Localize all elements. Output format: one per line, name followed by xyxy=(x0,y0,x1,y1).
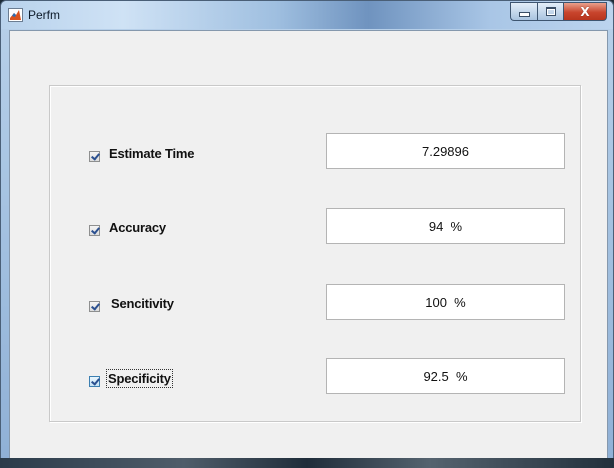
maximize-icon xyxy=(545,7,556,16)
specificity-checkbox[interactable] xyxy=(89,376,100,387)
maximize-button[interactable] xyxy=(537,2,563,21)
specificity-label[interactable]: Specificity xyxy=(106,369,173,388)
row-estimate-time: Estimate Time 7.29896 xyxy=(50,133,580,174)
row-sencitivity: Sencitivity 100 % xyxy=(50,284,580,325)
close-button[interactable]: X xyxy=(563,2,607,21)
perfm-window: Perfm X Estimate Time 7.29896 Accuracy 9… xyxy=(0,0,614,466)
row-specificity: Specificity 92.5 % xyxy=(50,358,580,401)
specificity-value[interactable]: 92.5 % xyxy=(326,358,565,394)
accuracy-checkbox[interactable] xyxy=(89,225,100,236)
sencitivity-value[interactable]: 100 % xyxy=(326,284,565,320)
sencitivity-checkbox[interactable] xyxy=(89,301,100,312)
estimate-time-value[interactable]: 7.29896 xyxy=(326,133,565,169)
row-accuracy: Accuracy 94 % xyxy=(50,208,580,249)
minimize-icon xyxy=(518,12,530,17)
title-bar[interactable]: Perfm X xyxy=(1,1,613,29)
estimate-time-checkbox[interactable] xyxy=(89,151,100,162)
caption-buttons: X xyxy=(510,2,607,22)
close-icon: X xyxy=(580,4,590,19)
minimize-button[interactable] xyxy=(510,2,537,21)
estimate-time-label[interactable]: Estimate Time xyxy=(109,146,195,161)
accuracy-value[interactable]: 94 % xyxy=(326,208,565,244)
accuracy-label[interactable]: Accuracy xyxy=(109,220,166,235)
client-area: Estimate Time 7.29896 Accuracy 94 % Senc… xyxy=(9,30,608,460)
sencitivity-label[interactable]: Sencitivity xyxy=(111,296,174,311)
matlab-icon[interactable] xyxy=(8,8,23,22)
performance-panel: Estimate Time 7.29896 Accuracy 94 % Senc… xyxy=(49,85,581,422)
window-title: Perfm xyxy=(28,8,61,22)
taskbar-backdrop xyxy=(0,458,614,468)
